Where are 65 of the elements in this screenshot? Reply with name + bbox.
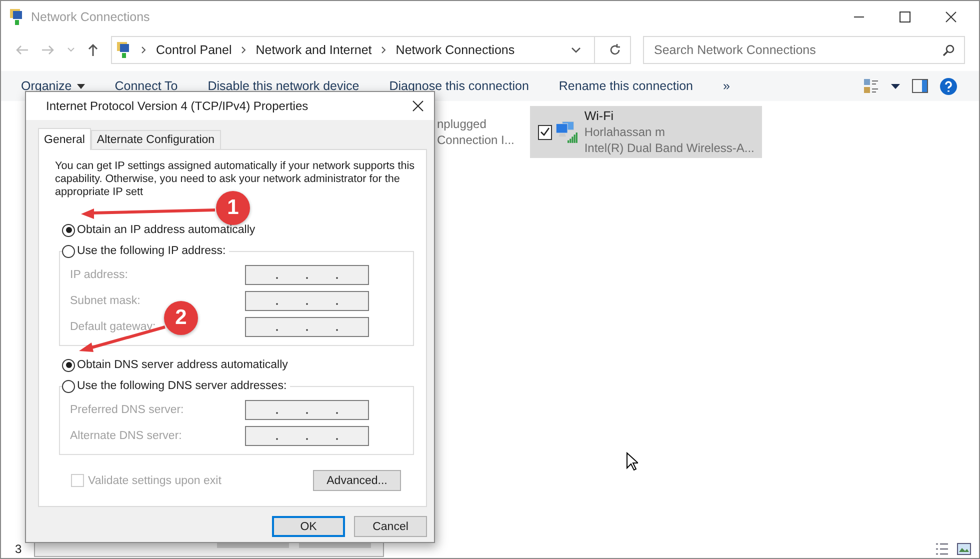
- connection-detail: Intel(R) Dual Band Wireless-A...: [584, 140, 754, 156]
- ip-address-field[interactable]: [245, 291, 369, 311]
- details-view-icon[interactable]: [935, 543, 949, 555]
- checkbox[interactable]: [538, 124, 552, 140]
- radio-label[interactable]: Obtain an IP address automatically: [77, 224, 256, 236]
- chevron-right-icon: [380, 46, 387, 54]
- address-bar[interactable]: Control Panel Network and Internet Network Connections: [111, 36, 631, 64]
- radio-button[interactable]: [62, 224, 75, 236]
- caret-icon: [76, 84, 85, 88]
- tab[interactable]: General: [38, 128, 91, 150]
- caret-icon[interactable]: [891, 84, 900, 88]
- tab[interactable]: Alternate Configuration: [90, 130, 221, 149]
- chevron-right-icon: [141, 46, 147, 54]
- breadcrumb[interactable]: Network and Internet: [256, 43, 372, 57]
- chevron-down-icon[interactable]: [571, 47, 581, 53]
- window-title: Network Connections: [31, 10, 150, 24]
- connection-detail: Connection I...: [437, 132, 514, 148]
- radio-button[interactable]: [62, 358, 75, 372]
- connection-item[interactable]: nplugged Connection I...: [435, 106, 522, 158]
- connection-detail: Horlahassan m: [584, 124, 666, 140]
- chevron-right-icon: [240, 46, 247, 54]
- breadcrumb[interactable]: Network Connections: [396, 43, 515, 57]
- radio-label[interactable]: Obtain DNS server address automatically: [77, 359, 288, 371]
- view-options-icon[interactable]: [863, 78, 879, 94]
- refresh-icon[interactable]: [608, 43, 622, 57]
- help-icon[interactable]: [940, 78, 957, 94]
- field-label: Preferred DNS server:: [70, 404, 185, 416]
- ok-button[interactable]: OK: [272, 516, 345, 537]
- connection-name: Wi-Fi: [584, 108, 614, 124]
- toolbar-button[interactable]: Connect To: [114, 79, 178, 93]
- toolbar-button[interactable]: Disable this network device: [208, 79, 360, 93]
- ip-address-field[interactable]: [245, 265, 369, 285]
- radio-button[interactable]: [62, 244, 75, 258]
- ip-address-field[interactable]: [245, 400, 369, 420]
- radio-label[interactable]: Use the following DNS server addresses:: [77, 380, 287, 392]
- field-label: IP address:: [70, 269, 129, 281]
- network-folder-icon: [9, 8, 25, 26]
- close-icon[interactable]: [945, 11, 957, 23]
- dialog-title: Internet Protocol Version 4 (TCP/IPv4) Properties: [46, 99, 308, 113]
- close-icon[interactable]: [412, 100, 424, 112]
- toolbar-button[interactable]: »: [723, 79, 730, 93]
- preview-pane-icon[interactable]: [912, 79, 928, 93]
- network-folder-icon: [116, 41, 132, 59]
- ip-address-field[interactable]: [245, 317, 369, 337]
- search-field[interactable]: Search Network Connections: [643, 36, 965, 64]
- advanced-button[interactable]: Advanced...: [313, 470, 401, 491]
- radio-label[interactable]: Use the following IP address:: [77, 245, 226, 257]
- cancel-button[interactable]: Cancel: [354, 516, 427, 537]
- mouse-pointer-icon: [626, 452, 638, 471]
- toolbar-button[interactable]: Organize: [21, 79, 85, 93]
- radio-button[interactable]: [62, 380, 75, 392]
- connection-detail: nplugged: [437, 116, 488, 132]
- toolbar-button[interactable]: Diagnose this connection: [389, 79, 529, 93]
- breadcrumb[interactable]: Control Panel: [156, 43, 232, 57]
- large-icons-view-icon[interactable]: [957, 543, 971, 555]
- toolbar-button[interactable]: Rename this connection: [558, 79, 694, 93]
- connection-item[interactable]: Wi-Fi Horlahassan m Intel(R) Dual Band Wireless-A...: [530, 106, 762, 158]
- search-icon: [942, 44, 955, 57]
- field-label: Alternate DNS server:: [70, 430, 183, 442]
- field-label: Subnet mask:: [70, 295, 142, 307]
- maximize-icon[interactable]: [899, 11, 911, 23]
- ip-address-field[interactable]: [245, 426, 369, 446]
- up-arrow-icon[interactable]: [87, 43, 99, 57]
- field-label: Default gateway:: [70, 321, 157, 333]
- item-count: 3: [15, 542, 22, 556]
